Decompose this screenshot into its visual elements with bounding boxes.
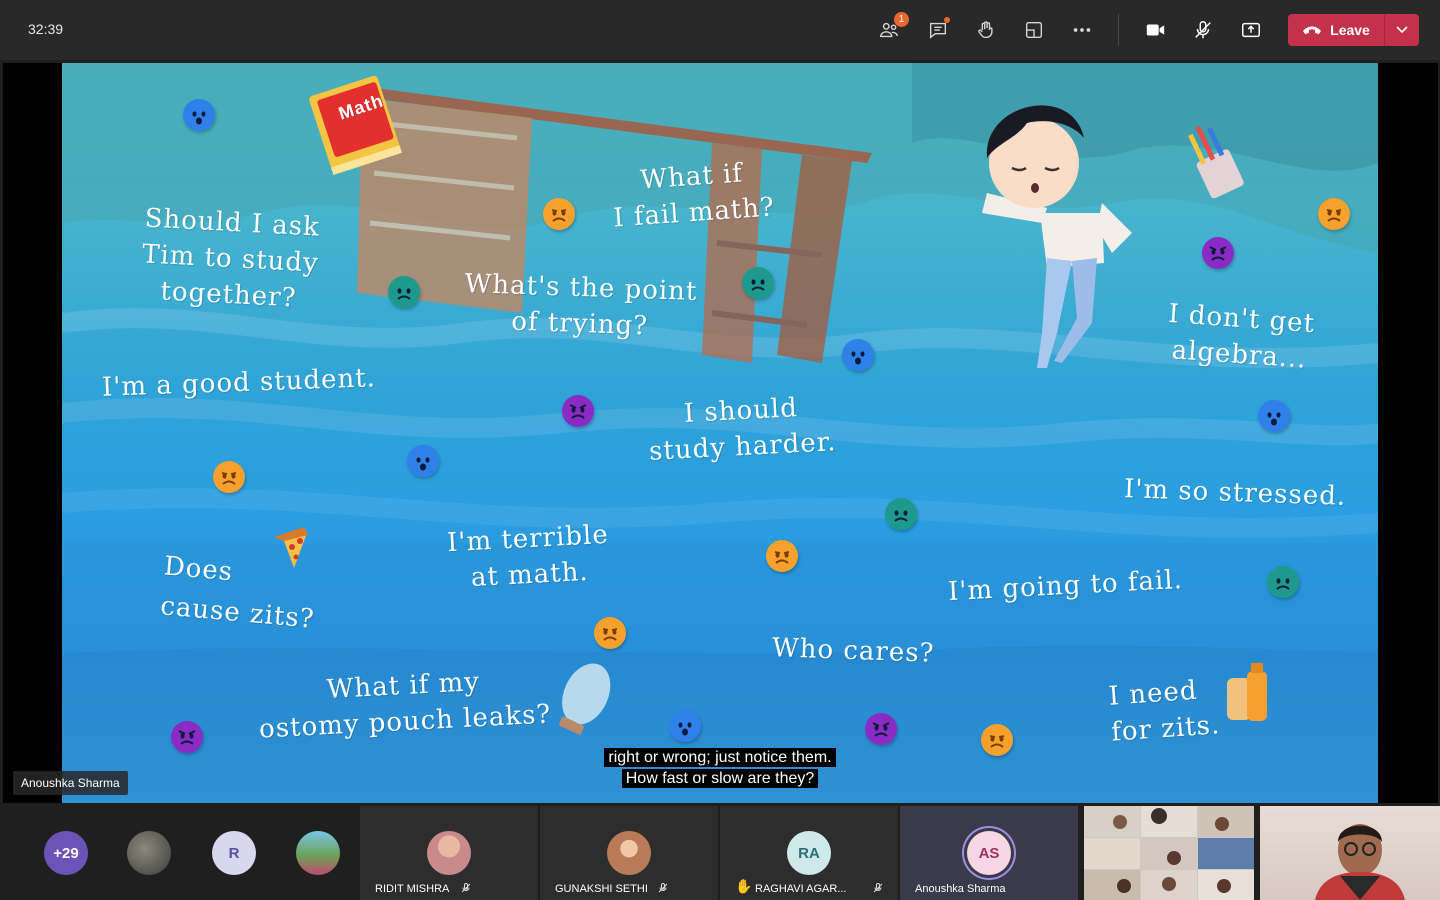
participants-badge: 1 [894,12,909,27]
mic-off-icon [1195,21,1211,39]
thought-who-cares: Who cares? [771,633,936,669]
presentation-slide: Math Should I ask Tim to study together?… [62,63,1378,803]
presenter-name-tag: Anoushka Sharma [13,771,128,795]
chat-button[interactable] [922,14,954,46]
avatar[interactable]: R [212,831,256,875]
thought-zits: Does cause zits? [159,551,316,635]
video-grid-preview [1084,806,1254,900]
chevron-down-icon [1396,26,1408,34]
caption-line-1: right or wrong; just notice them. [62,747,1378,768]
thought-fail-math: What if I fail math? [612,158,776,234]
frowning-face-icon [388,276,420,308]
participant-name: Anoushka Sharma [915,883,1006,895]
shared-content-stage: Math Should I ask Tim to study together?… [3,63,1438,803]
leave-options-button[interactable] [1385,14,1419,46]
thought-pouch-leaks: What if my ostomy pouch leaks? [258,667,553,745]
overflow-participants-button[interactable]: +29 [44,831,88,875]
thought-terrible-at-math: I'm terrible at math. [446,519,610,594]
frowning-face-icon [543,198,575,230]
participant-tile[interactable]: RIDIT MISHRA [360,806,538,900]
avatar[interactable] [296,831,340,875]
leave-label: Leave [1330,22,1370,38]
frowning-face-icon [766,540,798,572]
participant-tile[interactable]: GUNAKSHI SETHI [540,806,718,900]
thought-algebra: I don't get algebra... [1167,298,1317,375]
angry-face-icon [1202,237,1234,269]
avatar [427,831,471,875]
avatar[interactable] [127,831,171,875]
rooms-button[interactable] [1018,14,1050,46]
caption-line-2: How fast or slow are they? [62,768,1378,789]
hang-up-icon [1303,26,1322,34]
participant-gallery: +29 R RIDIT MISHRA GUNAKSHI SETHI RA ✋ R… [0,806,1440,900]
leave-control: Leave [1288,14,1419,46]
thought-ask-tim: Should I ask Tim to study together? [141,203,321,314]
participant-tile[interactable]: RA ✋ RAGHAVI AGAR... [720,806,898,900]
rooms-icon [1025,21,1043,39]
toolbar-divider [1118,14,1119,46]
mic-off-icon [873,883,883,893]
self-video-figure [1315,824,1405,900]
participants-button[interactable]: 1 [873,12,909,46]
surprised-face-icon [183,99,215,131]
leave-button[interactable]: Leave [1288,14,1385,46]
chat-unread-dot [944,17,950,23]
angry-face-icon [865,713,897,745]
thought-stressed: I'm so stressed. [1123,474,1347,512]
share-icon [1242,22,1260,38]
frowning-face-icon [1267,566,1299,598]
surprised-face-icon [842,339,874,371]
participant-name: RAGHAVI AGAR... [755,883,847,895]
share-button[interactable] [1235,14,1267,46]
frowning-face-icon [594,617,626,649]
surprised-face-icon [669,710,701,742]
meeting-toolbar: 32:39 1 Leave [0,0,1440,60]
more-options-button[interactable] [1066,14,1098,46]
mic-off-icon [461,883,471,893]
angry-face-icon [562,395,594,427]
video-grid-thumbnail[interactable] [1084,806,1254,900]
thought-study-harder: I should study harder. [648,393,838,467]
participant-name: RIDIT MISHRA [375,883,450,895]
camera-button[interactable] [1139,14,1171,46]
frowning-face-icon [885,498,917,530]
mic-off-icon [658,883,668,893]
raise-hand-icon [978,21,993,39]
avatar: RA [787,831,831,875]
raise-hand-icon: ✋ [735,878,753,894]
meeting-timer: 32:39 [28,21,64,37]
mic-button[interactable] [1187,14,1219,46]
camera-icon [1146,24,1165,36]
participant-name: GUNAKSHI SETHI [555,883,648,895]
thought-need-for-zits: I need for zits. [1107,675,1222,748]
self-video-preview[interactable] [1260,806,1440,900]
avatar: AS [967,831,1011,875]
frowning-face-icon [742,267,774,299]
avatar [607,831,651,875]
react-button[interactable] [970,14,1002,46]
participant-tile-active[interactable]: AS Anoushka Sharma [900,806,1078,900]
frowning-face-icon [1318,198,1350,230]
surprised-face-icon [1258,400,1290,432]
more-icon [1073,28,1091,32]
surprised-face-icon [407,445,439,477]
frowning-face-icon [213,461,245,493]
thought-point-of-trying: What's the point of trying? [464,268,698,342]
